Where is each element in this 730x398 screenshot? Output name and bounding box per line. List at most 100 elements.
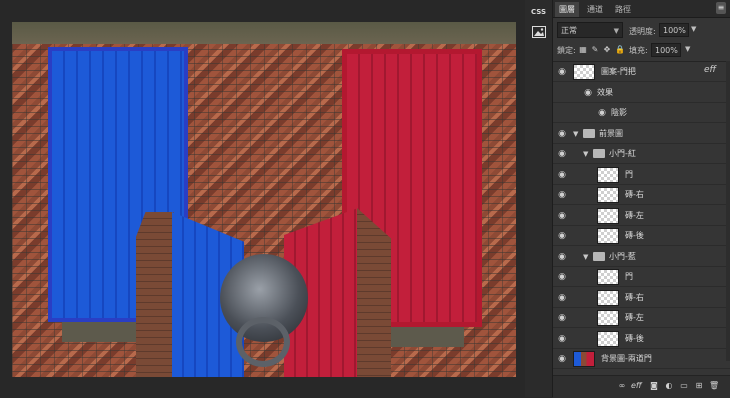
effect-eye-icon[interactable]: ◉ <box>583 88 593 98</box>
expand-triangle-icon[interactable]: ▼ <box>583 252 591 262</box>
lock-all-icon[interactable]: 🔒 <box>615 45 625 54</box>
layer-name: 圖案-門把 <box>601 67 636 76</box>
folder-icon <box>593 149 605 158</box>
lock-paint-icon[interactable]: ✎ <box>591 45 599 54</box>
layers-panel: 圖層 通道 路徑 ≡ 正常 ▼ 透明度: 100% ▼ 鎖定: ▦ ✎ ✥ 🔒 … <box>553 0 730 398</box>
visibility-eye-icon[interactable]: ◉ <box>557 67 567 77</box>
layer-thumbnail <box>597 269 619 285</box>
layer-row[interactable]: ◉ 效果 <box>553 83 730 103</box>
tab-channels[interactable]: 通道 <box>583 2 607 17</box>
layer-row[interactable]: ◉ 磚-後 <box>553 226 730 246</box>
knocker-ring <box>236 317 290 367</box>
panel-menu-icon[interactable]: ≡ <box>716 2 726 14</box>
layer-thumbnail <box>597 310 619 326</box>
layer-row[interactable]: ◉ ▼ 小門-藍 <box>553 247 730 267</box>
layer-row[interactable]: ◉ 磚-後 <box>553 329 730 349</box>
layer-thumbnail <box>597 289 619 306</box>
blend-row: 正常 ▼ 透明度: 100% ▼ <box>553 22 730 40</box>
layer-row[interactable]: ◉ 門 <box>553 165 730 185</box>
visibility-eye-icon[interactable]: ◉ <box>557 190 567 200</box>
layer-row[interactable]: ◉ 門 <box>553 267 730 287</box>
layers-bottom-bar: ∞ eff ◙ ◐ ▭ ⊞ 🗑 <box>553 375 730 398</box>
visibility-eye-icon[interactable]: ◉ <box>557 252 567 262</box>
fill-label: 填充: <box>629 46 648 55</box>
layer-name: 效果 <box>597 87 613 97</box>
expand-triangle-icon[interactable]: ▼ <box>583 149 591 159</box>
artwork-image[interactable] <box>12 22 516 377</box>
layer-thumbnail <box>573 64 595 80</box>
layer-name: 磚-左 <box>625 313 644 322</box>
css-button[interactable]: CSS <box>528 4 549 20</box>
image-icon[interactable] <box>528 26 549 42</box>
layer-name: 背景圖-兩道門 <box>601 354 652 363</box>
layer-row[interactable]: ◉ 磚-右 <box>553 288 730 308</box>
tab-paths[interactable]: 路徑 <box>611 2 635 17</box>
visibility-eye-icon[interactable]: ◉ <box>557 272 567 282</box>
layer-thumbnail <box>597 187 619 203</box>
new-layer-icon[interactable]: ⊞ <box>694 381 704 391</box>
layer-thumbnail <box>597 166 619 183</box>
red-door-sill <box>384 327 464 347</box>
lock-row: 鎖定: ▦ ✎ ✥ 🔒 填充: 100% ▼ <box>553 42 730 58</box>
visibility-eye-icon[interactable]: ◉ <box>557 149 567 159</box>
lock-transparency-icon[interactable]: ▦ <box>579 45 587 54</box>
visibility-eye-icon[interactable]: ◉ <box>557 334 567 344</box>
layer-row[interactable]: ◉ 背景圖-兩道門 <box>553 349 730 369</box>
layer-list-scrollbar[interactable] <box>726 61 730 361</box>
folder-icon <box>583 128 595 138</box>
visibility-eye-icon[interactable]: ◉ <box>557 170 567 180</box>
panel-icon-strip: CSS <box>525 0 553 397</box>
layer-name: 磚-後 <box>625 231 644 240</box>
layer-row[interactable]: ◉ ▼ 小門-紅 <box>553 144 730 164</box>
tab-layers[interactable]: 圖層 <box>555 2 579 17</box>
layer-row[interactable]: ◉ 陰影 <box>553 103 730 123</box>
mask-icon[interactable]: ◙ <box>649 381 659 391</box>
expand-triangle-icon[interactable]: ▼ <box>573 129 581 139</box>
opacity-field[interactable]: 100% <box>659 23 689 37</box>
visibility-eye-icon[interactable]: ◉ <box>557 129 567 139</box>
layer-name: 門 <box>625 272 633 281</box>
stone-ledge <box>12 22 516 44</box>
layer-fx-badge[interactable]: eff <box>704 65 716 75</box>
layer-row[interactable]: ◉ ▼ 前景圖 <box>553 124 730 144</box>
layer-row[interactable]: ◉ 圖案-門把 eff <box>553 62 730 82</box>
layer-name: 小門-紅 <box>609 149 636 158</box>
visibility-eye-icon[interactable]: ◉ <box>557 293 567 303</box>
lock-move-icon[interactable]: ✥ <box>603 45 611 54</box>
visibility-eye-icon[interactable]: ◉ <box>557 211 567 221</box>
blue-door-sill <box>62 322 142 342</box>
layer-thumbnail <box>597 228 619 244</box>
fill-field[interactable]: 100% <box>651 43 681 57</box>
layer-row[interactable]: ◉ 磚-右 <box>553 185 730 205</box>
layer-row[interactable]: ◉ 磚-左 <box>553 206 730 226</box>
layer-list: ◉ 圖案-門把 eff ◉ 效果 ◉ 陰影 ◉ ▼ 前景圖 ◉ ▼ 小門-紅 ◉ 門 ◉ 磚-右 ◉ 磚-左 ◉ 磚-後… <box>553 61 730 369</box>
link-icon[interactable]: ∞ <box>617 381 627 391</box>
fx-icon[interactable]: eff <box>631 381 642 391</box>
visibility-eye-icon[interactable]: ◉ <box>557 313 567 323</box>
small-door-brick-left <box>136 212 174 377</box>
visibility-eye-icon[interactable]: ◉ <box>557 231 567 241</box>
layer-name: 門 <box>625 169 633 179</box>
layer-name: 陰影 <box>611 108 627 117</box>
layer-row[interactable]: ◉ 磚-左 <box>553 308 730 328</box>
layer-thumbnail <box>573 351 595 367</box>
panel-tabbar: 圖層 通道 路徑 ≡ <box>553 0 730 18</box>
blend-mode-select[interactable]: 正常 ▼ <box>557 22 623 38</box>
layer-name: 磚-左 <box>625 210 644 220</box>
layer-name: 磚-右 <box>625 292 644 302</box>
layer-name: 小門-藍 <box>609 251 636 261</box>
opacity-chevron-icon[interactable]: ▼ <box>691 25 696 33</box>
layer-thumbnail <box>597 207 619 224</box>
adjustment-icon[interactable]: ◐ <box>664 381 674 391</box>
group-icon[interactable]: ▭ <box>679 381 689 391</box>
layer-thumbnail <box>597 330 619 347</box>
blend-mode-value: 正常 <box>561 26 577 35</box>
layer-name: 前景圖 <box>599 128 623 138</box>
visibility-eye-icon[interactable]: ◉ <box>557 354 567 364</box>
fill-chevron-icon[interactable]: ▼ <box>685 45 690 53</box>
folder-icon <box>593 251 605 261</box>
lock-label: 鎖定: <box>557 46 576 55</box>
document-canvas[interactable] <box>0 0 525 397</box>
effect-eye-icon[interactable]: ◉ <box>597 108 607 118</box>
trash-icon[interactable]: 🗑 <box>709 381 719 391</box>
